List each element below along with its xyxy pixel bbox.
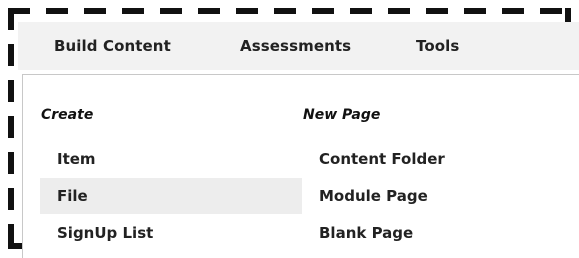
menu-item-module-page[interactable]: Module Page	[303, 178, 563, 214]
menu-item-signup-list[interactable]: SignUp List	[40, 215, 302, 251]
content-toolbar: Build Content Assessments Tools	[18, 22, 579, 70]
tab-assessments[interactable]: Assessments	[240, 22, 351, 70]
tab-tools[interactable]: Tools	[416, 22, 459, 70]
build-content-dropdown: Create New Page Item File SignUp List Co…	[22, 74, 579, 258]
menu-item-item[interactable]: Item	[40, 141, 302, 177]
frame-edge-top	[8, 8, 571, 14]
menu-item-content-folder[interactable]: Content Folder	[303, 141, 563, 177]
new-page-heading: New Page	[303, 107, 381, 123]
menu-item-blank-page[interactable]: Blank Page	[303, 215, 563, 251]
tab-build-content[interactable]: Build Content	[54, 22, 171, 70]
create-heading: Create	[41, 107, 94, 123]
menu-item-file[interactable]: File	[40, 178, 302, 214]
frame-edge-left	[8, 8, 14, 249]
